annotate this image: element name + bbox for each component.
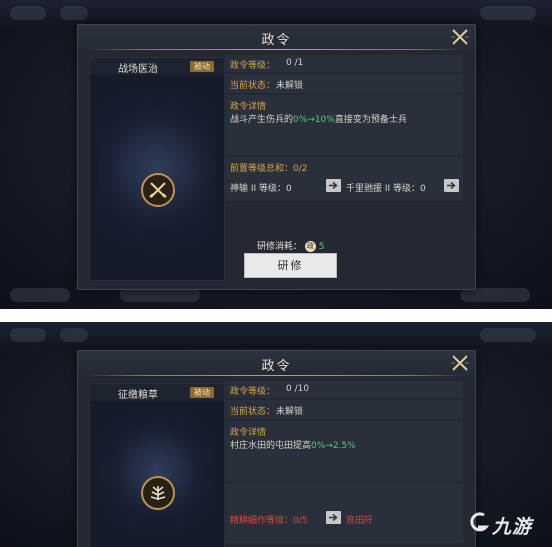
separator	[0, 309, 552, 322]
background-blur	[60, 328, 88, 342]
background-blur	[480, 328, 536, 342]
detail-text: 战斗产生伤兵的0%→10%直接变为预备士兵	[230, 112, 407, 125]
level-row: 政令等级： 0 /10	[226, 381, 463, 398]
background-blur	[480, 6, 536, 20]
goto-prereq-1-button[interactable]	[326, 179, 341, 192]
detail-box: 政令详情 战斗产生伤兵的0%→10%直接变为预备士兵	[226, 95, 463, 155]
policy-name: 战场医治	[118, 64, 158, 75]
level-value: 0 /1	[286, 58, 304, 68]
background-blur	[60, 6, 88, 20]
status-label: 当前状态：	[230, 81, 276, 91]
prereq-item-1: 神输 II 等级：0	[230, 184, 292, 194]
status-value: 未解锁	[276, 81, 304, 91]
detail-box: 政令详情 村庄水田的屯田提高0%→2.5%	[226, 421, 463, 481]
arrow-right-icon	[329, 182, 338, 189]
close-button[interactable]	[450, 27, 470, 47]
level-row: 政令等级： 0 /1	[226, 55, 463, 72]
passive-badge: 被动	[190, 61, 214, 72]
policy-dialog: 政令 征缴粮草 被动 政令等级： 0 /10 当前状态： 未解锁 政令详情 村庄…	[77, 350, 476, 547]
level-value: 0 /10	[286, 384, 310, 394]
background-blur	[10, 328, 46, 342]
arrow-right-icon	[329, 514, 338, 521]
watermark-text: 九游	[492, 516, 533, 538]
dialog-title: 政令	[261, 359, 292, 374]
policy-token-icon: 政	[304, 241, 316, 252]
detail-prefix: 战斗产生伤兵的	[230, 115, 294, 125]
detail-heading: 政令详情	[230, 102, 267, 112]
detail-range: 0%→10%	[293, 115, 335, 125]
detail-text: 村庄水田的屯田提高0%→2.5%	[230, 438, 356, 451]
dialog-title: 政令	[261, 33, 292, 48]
prereq-total: 前置等级总和：0/2	[230, 164, 308, 174]
background-blur	[120, 288, 200, 302]
status-row: 当前状态： 未解锁	[226, 74, 463, 93]
detail-range: 0%→2.5%	[311, 441, 356, 451]
detail-suffix: 直接变为预备士兵	[334, 115, 407, 125]
close-icon	[451, 355, 469, 371]
level-label: 政令等级：	[230, 61, 276, 71]
background-blur	[10, 288, 70, 302]
site-logo-icon	[470, 512, 490, 532]
policy-info: 政令等级： 0 /10 当前状态： 未解锁 政令详情 村庄水田的屯田提高0%→2…	[226, 381, 463, 547]
policy-name: 征缴粮草	[118, 390, 158, 401]
passive-badge: 被动	[190, 387, 214, 398]
status-label: 当前状态：	[230, 407, 276, 417]
study-button[interactable]: 研修	[244, 253, 337, 278]
close-button[interactable]	[450, 353, 470, 373]
arrow-right-icon	[447, 182, 456, 189]
policy-card: 征缴粮草 被动	[89, 383, 225, 547]
cost-value: 5	[318, 242, 325, 252]
background-blur	[460, 288, 530, 302]
background-blur	[10, 6, 46, 20]
close-icon	[451, 29, 469, 45]
level-label: 政令等级：	[230, 387, 276, 397]
status-value: 未解锁	[276, 407, 304, 417]
policy-card: 战场医治 被动	[89, 57, 225, 281]
cost-row: 研修消耗： 政 5	[257, 239, 325, 252]
crossed-swords-icon	[141, 173, 175, 207]
goto-prereq-2-button[interactable]	[444, 179, 459, 192]
title-divider	[86, 49, 467, 50]
detail-prefix: 村庄水田的屯田提高	[230, 441, 312, 451]
cost-label: 研修消耗：	[257, 242, 303, 252]
prereq-item-1: 精耕细作等级：0/5	[230, 516, 308, 526]
goto-prereq-1-button[interactable]	[326, 511, 341, 524]
site-watermark: 九游	[468, 506, 548, 542]
grain-icon	[141, 476, 175, 510]
title-divider	[86, 375, 467, 376]
prereq-item-2: 千里驰援 II 等级：0	[346, 184, 426, 194]
screenshot-1: 政令 战场医治 被动 政令等级： 0 /1 当前状态： 未解锁 政令详情 战斗产…	[0, 0, 552, 309]
prerequisite-box: 精耕细作等级：0/5 良田阡	[226, 483, 463, 543]
prerequisite-box: 前置等级总和：0/2 神输 II 等级：0 千里驰援 II 等级：0	[226, 157, 463, 201]
detail-heading: 政令详情	[230, 428, 267, 438]
status-row: 当前状态： 未解锁	[226, 400, 463, 419]
prereq-item-2: 良田阡	[346, 516, 374, 526]
